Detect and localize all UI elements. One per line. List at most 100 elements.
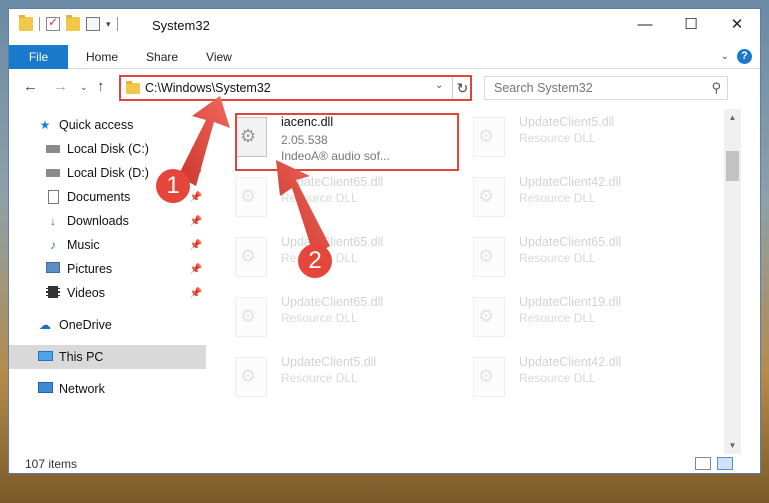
dll-file-icon	[473, 357, 505, 397]
dll-file-icon	[235, 177, 267, 217]
file-description: Resource DLL	[519, 311, 596, 325]
pin-icon[interactable]: 📌	[190, 240, 202, 251]
forward-arrow-icon[interactable]: →	[53, 78, 68, 95]
pin-icon[interactable]: 📌	[190, 264, 202, 275]
document-icon	[45, 190, 61, 204]
search-icon[interactable]: ⚲	[711, 80, 721, 96]
ribbon-tabs: File Home Share View	[9, 44, 760, 69]
videos-icon	[45, 286, 61, 300]
scroll-down-icon[interactable]: ▼	[724, 437, 741, 454]
sidebar-item-pictures[interactable]: Pictures 📌	[9, 257, 206, 281]
tab-view[interactable]: View	[192, 45, 246, 69]
ribbon-right-controls: ⌄ ?	[721, 49, 752, 64]
address-dropdown-chevron-icon[interactable]: ⌄	[435, 80, 443, 91]
pin-icon[interactable]: 📌	[190, 144, 202, 155]
sidebar-item-label: Network	[59, 382, 105, 396]
sidebar-item-label: Music	[67, 238, 100, 252]
address-bar[interactable]: C:\Windows\System32 ⌄ ↻	[119, 75, 472, 101]
list-item[interactable]: UpdateClient65.dll Resource DLL	[231, 231, 453, 285]
refresh-icon[interactable]: ↻	[452, 77, 472, 99]
quick-access-toolbar: ▾	[19, 15, 118, 31]
drive-icon	[45, 166, 61, 180]
back-arrow-icon[interactable]: ←	[23, 78, 38, 95]
file-name: UpdateClient65.dll	[281, 295, 384, 309]
pin-icon[interactable]: 📌	[190, 216, 202, 227]
folder-icon[interactable]	[19, 15, 33, 31]
pin-icon[interactable]: 📌	[190, 192, 202, 203]
sidebar-item-label: Videos	[67, 286, 105, 300]
list-item[interactable]: UpdateClient42.dll Resource DLL	[469, 171, 691, 225]
list-item[interactable]: UpdateClient65.dll Resource DLL	[469, 231, 691, 285]
sidebar-item-local-disk-c[interactable]: Local Disk (C:) 📌	[9, 137, 206, 161]
pin-icon[interactable]: 📌	[190, 168, 202, 179]
help-icon[interactable]: ?	[737, 49, 752, 64]
list-item[interactable]: UpdateClient19.dll Resource DLL	[469, 291, 691, 345]
file-description: Resource DLL	[519, 191, 596, 205]
dll-file-icon	[235, 297, 267, 337]
expand-ribbon-chevron-icon[interactable]: ⌄	[721, 51, 729, 62]
tab-home[interactable]: Home	[72, 45, 132, 69]
up-arrow-icon[interactable]: ↑	[97, 78, 105, 95]
status-bar: 107 items	[9, 453, 760, 473]
sidebar-item-network[interactable]: Network	[9, 377, 206, 401]
tab-file[interactable]: File	[9, 44, 68, 69]
scroll-up-icon[interactable]: ▲	[724, 109, 741, 126]
computer-icon	[37, 350, 53, 364]
file-description: Resource DLL	[519, 251, 596, 265]
list-item[interactable]: UpdateClient5.dll Resource DLL	[231, 351, 453, 405]
tab-share[interactable]: Share	[132, 45, 192, 69]
list-item[interactable]: UpdateClient65.dll Resource DLL	[231, 171, 453, 225]
recent-locations-chevron-icon[interactable]: ⌄	[80, 82, 88, 93]
window-controls: — ☐ ✕	[622, 9, 760, 39]
cloud-icon: ☁	[39, 318, 51, 332]
file-description: Resource DLL	[281, 191, 358, 205]
step-2-badge: 2	[298, 244, 332, 278]
toolbar-separator	[39, 17, 40, 31]
vertical-scrollbar[interactable]: ▲ ▼	[724, 109, 741, 454]
address-path[interactable]: C:\Windows\System32	[145, 81, 271, 95]
sidebar-item-videos[interactable]: Videos 📌	[9, 281, 206, 305]
navigation-pane: ★ Quick access Local Disk (C:) 📌 Local D…	[9, 109, 206, 449]
list-properties-icon[interactable]	[86, 17, 100, 31]
explorer-window: ▾ System32 — ☐ ✕ File Home Share View ⌄ …	[8, 8, 761, 474]
file-description: Resource DLL	[281, 311, 358, 325]
sidebar-item-label: Pictures	[67, 262, 113, 276]
search-input[interactable]	[485, 77, 705, 99]
sidebar-item-quick-access[interactable]: ★ Quick access	[9, 113, 206, 137]
sidebar-item-downloads[interactable]: ↓ Downloads 📌	[9, 209, 206, 233]
maximize-button[interactable]: ☐	[668, 9, 714, 39]
sidebar-item-music[interactable]: ♪ Music 📌	[9, 233, 206, 257]
sidebar-item-onedrive[interactable]: ☁ OneDrive	[9, 313, 206, 337]
item-count: 107 items	[25, 457, 78, 471]
sidebar-item-label: OneDrive	[59, 318, 112, 332]
toolbar-separator	[116, 17, 118, 31]
scroll-thumb[interactable]	[726, 151, 739, 181]
file-name: UpdateClient42.dll	[519, 355, 622, 369]
file-description: Resource DLL	[281, 371, 358, 385]
address-folder-icon	[126, 81, 140, 94]
dll-file-icon	[235, 237, 267, 277]
star-icon: ★	[39, 118, 51, 132]
search-box[interactable]: ⚲	[484, 76, 728, 100]
sidebar-item-label: Local Disk (D:)	[67, 166, 149, 180]
pin-icon[interactable]: 📌	[190, 288, 202, 299]
close-button[interactable]: ✕	[714, 9, 760, 39]
step-1-badge: 1	[156, 169, 190, 203]
details-view-icon[interactable]	[695, 457, 711, 470]
dll-file-icon	[473, 297, 505, 337]
large-icons-view-icon[interactable]	[717, 457, 733, 470]
pictures-icon	[45, 262, 61, 276]
list-item[interactable]: UpdateClient5.dll Resource DLL	[469, 111, 691, 165]
file-description: Resource DLL	[519, 131, 596, 145]
sidebar-item-this-pc[interactable]: This PC	[9, 345, 206, 369]
file-description: Resource DLL	[519, 371, 596, 385]
minimize-button[interactable]: —	[622, 9, 668, 39]
dll-file-icon	[473, 117, 505, 157]
customize-toolbar-chevron-icon[interactable]: ▾	[106, 19, 111, 30]
list-item[interactable]: UpdateClient65.dll Resource DLL	[231, 291, 453, 345]
list-item[interactable]: UpdateClient42.dll Resource DLL	[469, 351, 691, 405]
properties-check-icon[interactable]	[46, 15, 60, 31]
new-folder-icon[interactable]	[66, 15, 80, 31]
file-name: UpdateClient5.dll	[281, 355, 377, 369]
address-row: ← → ⌄ ↑ C:\Windows\System32 ⌄ ↻ ⚲	[9, 73, 760, 103]
